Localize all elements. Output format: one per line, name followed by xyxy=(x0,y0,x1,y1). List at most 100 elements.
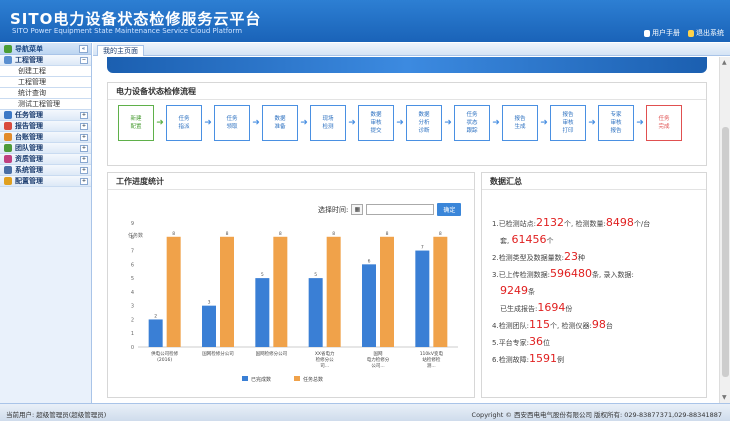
summary-line: 已生成报告:1694份 xyxy=(492,300,712,317)
x-tick-label: 公司... xyxy=(371,363,384,369)
summary-value: 1591 xyxy=(529,352,558,365)
sidebar-item-label: 创建工程 xyxy=(18,67,46,75)
summary-text: 种 xyxy=(578,254,586,262)
flow-step: 新建 配置 xyxy=(118,105,154,141)
folder-icon xyxy=(4,144,12,152)
tab-bar: 我的主页面 xyxy=(93,43,730,56)
summary-index: 2. xyxy=(492,254,499,262)
y-tick-label: 3 xyxy=(131,304,134,310)
x-tick-label: (2016) xyxy=(157,357,172,363)
summary-value: 9249 xyxy=(500,284,528,297)
sidebar-item-3[interactable]: 统计查询 xyxy=(0,88,91,99)
scroll-up-icon[interactable]: ▲ xyxy=(722,59,727,66)
bar-value-label: 5 xyxy=(261,272,264,278)
summary-text: 已上传检测数据: xyxy=(498,271,551,279)
sidebar-item-10[interactable]: 系统管理 + xyxy=(0,165,91,176)
expand-icon[interactable]: − xyxy=(80,56,88,64)
summary-value: 23 xyxy=(564,250,579,263)
collapse-sidebar-button[interactable]: « xyxy=(79,44,88,53)
summary-text: 例 xyxy=(557,356,565,364)
progress-chart: 0 1 2 3 4 5 6 7 8 9 任务数 2 8 供电公司检修(2016) 3 8 国网检修分公司 5 8 国网… xyxy=(128,221,458,383)
summary-panel: 数据汇总 1.已检测站点:2132个, 检测数量:8498个/台 套, 61456… xyxy=(481,172,707,398)
expand-icon[interactable]: + xyxy=(80,166,88,174)
calendar-icon[interactable]: ▦ xyxy=(351,204,364,215)
summary-text: 个, 检测仪器: xyxy=(550,322,592,330)
bar-已完成数 xyxy=(362,264,376,347)
sidebar-item-9[interactable]: 资质管理 + xyxy=(0,154,91,165)
x-tick-label: 国网 xyxy=(374,351,383,357)
bar-value-label: 6 xyxy=(368,258,371,264)
main-content: 电力设备状态检修流程 新建 配置 ➜ 任务 指派 ➜ 任务 领取 ➜ 数据 准备 ➜ 现场 检测… xyxy=(93,57,719,403)
copyright: Copyright © 西安西电电气股份有限公司 版权所有: 029-83877… xyxy=(471,411,722,419)
sidebar-item-1[interactable]: 创建工程 xyxy=(0,66,91,77)
expand-icon[interactable]: + xyxy=(80,177,88,185)
flow-step: 数据 准备 xyxy=(262,105,298,141)
flow-arrow-icon: ➜ xyxy=(204,118,212,128)
summary-line: 5.平台专家:36位 xyxy=(492,334,712,351)
sidebar-item-5[interactable]: 任务管理 + xyxy=(0,110,91,121)
logout-link[interactable]: 退出系统 xyxy=(688,28,724,38)
sidebar-item-label: 测试工程管理 xyxy=(18,100,60,108)
sidebar-item-6[interactable]: 报告管理 + xyxy=(0,121,91,132)
flow-arrow-icon: ➜ xyxy=(588,118,596,128)
folder-icon xyxy=(4,56,12,64)
bar-任务总数 xyxy=(326,236,341,347)
summary-value: 596480 xyxy=(550,267,593,280)
user-manual-link[interactable]: 用户手册 xyxy=(644,28,680,38)
x-tick-label: 检修分公 xyxy=(316,356,334,363)
expand-icon[interactable]: + xyxy=(80,144,88,152)
summary-text: 已检测站点: xyxy=(498,220,537,228)
summary-value: 61456 xyxy=(511,233,547,246)
bar-已完成数 xyxy=(202,305,216,347)
sidebar-item-4[interactable]: 测试工程管理 xyxy=(0,99,91,110)
summary-text: 已生成报告: xyxy=(500,305,538,313)
sidebar-item-label: 团队管理 xyxy=(15,144,43,152)
scroll-down-icon[interactable]: ▼ xyxy=(722,394,727,401)
app-subtitle: SITO Power Equipment State Maintenance S… xyxy=(12,27,243,35)
logout-icon xyxy=(688,29,694,37)
bar-任务总数 xyxy=(273,236,288,347)
flow-step: 任务 指派 xyxy=(166,105,202,141)
flow-step: 任务 完成 xyxy=(646,105,682,141)
y-tick-label: 2 xyxy=(131,317,134,323)
expand-icon[interactable]: + xyxy=(80,111,88,119)
summary-text: 条 xyxy=(528,288,535,296)
date-input[interactable] xyxy=(366,204,435,215)
x-tick-label: 测... xyxy=(427,362,436,369)
summary-text: 份 xyxy=(565,305,573,313)
x-tick-label: 供电公司检修 xyxy=(151,350,178,357)
flow-arrow-icon: ➜ xyxy=(540,118,548,128)
flow-step: 专家 审核 报告 xyxy=(598,105,634,141)
sidebar-item-label: 统计查询 xyxy=(18,89,46,97)
book-icon xyxy=(644,29,650,37)
sidebar-item-label: 报告管理 xyxy=(15,122,43,130)
flow-arrow-icon: ➜ xyxy=(396,118,404,128)
summary-text: 个, 检测数量: xyxy=(564,220,606,228)
expand-icon[interactable]: + xyxy=(80,133,88,141)
summary-line: 9249条 xyxy=(492,283,712,300)
sidebar-item-label: 配置管理 xyxy=(15,177,43,185)
sidebar-item-7[interactable]: 台账管理 + xyxy=(0,132,91,143)
sidebar-item-0[interactable]: 工程管理 − xyxy=(0,55,91,66)
legend-label: 已完成数 xyxy=(251,376,271,383)
sidebar-item-8[interactable]: 团队管理 + xyxy=(0,143,91,154)
date-filter: 选择时间: ▦ 确定 xyxy=(318,203,462,216)
folder-icon xyxy=(4,122,12,130)
flow-arrow-icon: ➜ xyxy=(156,118,164,128)
bar-value-label: 2 xyxy=(154,313,157,319)
flow-arrow-icon: ➜ xyxy=(300,118,308,128)
summary-list: 1.已检测站点:2132个, 检测数量:8498个/台 套, 61456个 2.检测… xyxy=(492,215,712,368)
x-tick-label: 国网检修分公司 xyxy=(256,350,287,357)
flow-step: 报告 审核 打印 xyxy=(550,105,586,141)
summary-text: 台 xyxy=(605,322,613,330)
confirm-button[interactable]: 确定 xyxy=(437,203,462,216)
flow-arrow-icon: ➜ xyxy=(252,118,260,128)
sidebar-item-2[interactable]: 工程管理 xyxy=(0,77,91,88)
expand-icon[interactable]: + xyxy=(80,155,88,163)
expand-icon[interactable]: + xyxy=(80,122,88,130)
app-title: SITO电力设备状态检修服务云平台 xyxy=(10,10,262,28)
scroll-thumb[interactable] xyxy=(722,127,729,377)
sidebar-item-11[interactable]: 配置管理 + xyxy=(0,176,91,187)
main-scrollbar[interactable]: ▲ ▼ xyxy=(719,57,730,403)
tab-home[interactable]: 我的主页面 xyxy=(97,45,144,56)
